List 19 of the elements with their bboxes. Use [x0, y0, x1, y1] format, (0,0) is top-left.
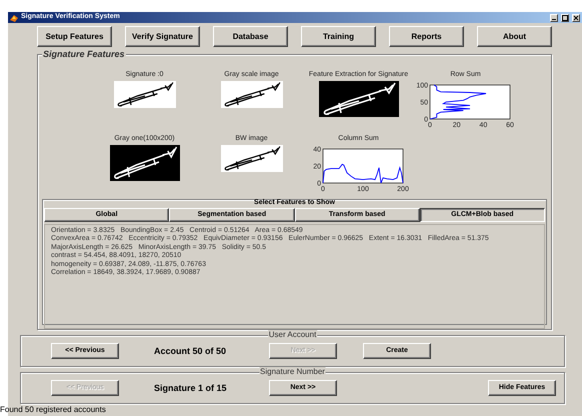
panel-title: Signature Features	[42, 49, 126, 60]
counter-label: Signature 1 of 15	[153, 382, 228, 394]
close-button[interactable]	[572, 14, 580, 22]
status-text: Found 50 registered accounts	[0, 404, 107, 416]
panel-title: User Account	[268, 330, 318, 340]
menu-button[interactable]: Verify Signature	[125, 26, 200, 47]
menu-button[interactable]: Reports	[389, 26, 464, 47]
app-icon	[10, 14, 18, 22]
close-icon	[573, 14, 579, 20]
menu-button[interactable]: Setup Features	[37, 26, 112, 47]
counter-label: Account 50 of 50	[153, 346, 228, 356]
maximize-icon	[562, 14, 568, 20]
data-line	[429, 84, 486, 120]
panel-title: Signature Number	[259, 367, 326, 376]
maximize-button[interactable]	[561, 14, 569, 22]
menu-button[interactable]: About	[477, 26, 552, 47]
minimize-button[interactable]	[550, 14, 558, 22]
menu-button[interactable]: Training	[301, 26, 376, 47]
menu-button[interactable]: Database	[213, 26, 288, 47]
